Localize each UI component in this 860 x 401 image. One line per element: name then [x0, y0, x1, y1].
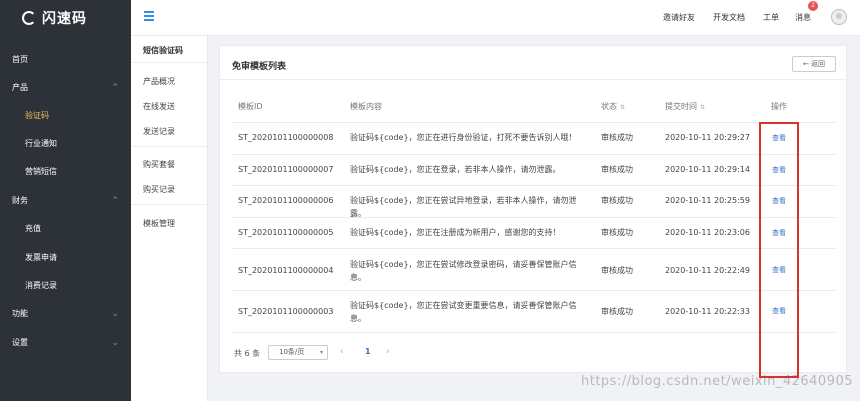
submit-time-cell: 2020-10-11 20:29:27: [665, 133, 750, 142]
column-header-template-id: 模板ID: [238, 102, 263, 111]
sidebar-item[interactable]: 营销短信: [0, 162, 131, 182]
sidebar-item[interactable]: 财务 ⌃: [0, 191, 131, 211]
template-content-cell: 验证码${code}，您正在尝试变更重要信息，请妥善保管账户信息。: [350, 301, 577, 323]
status-cell: 审核成功: [601, 228, 633, 237]
sidebar-item-label: 首页: [12, 55, 28, 64]
chevron-up-icon: ⌃: [111, 83, 119, 93]
chevron-down-icon: ⌄: [111, 338, 119, 348]
invite-friends-link[interactable]: 邀请好友: [663, 12, 695, 23]
submit-time-cell: 2020-10-11 20:25:59: [665, 196, 750, 205]
sidebar-item-label: 功能: [12, 309, 28, 318]
messages-link[interactable]: 消息: [795, 12, 811, 23]
template-list-card: 免审模板列表 ← 返回 模板ID 模板内容 状态 ⇅ 提交时间 ⇅ 操作 ST_20…: [219, 45, 847, 378]
row-divider: [232, 185, 836, 186]
status-cell: 审核成功: [601, 133, 633, 142]
sidebar-item[interactable]: 设置 ⌄: [0, 333, 131, 353]
chevron-down-icon: ▾: [319, 349, 323, 356]
watermark-text: https://blog.csdn.net/weixin_42640905: [581, 374, 854, 389]
template-content-cell: 验证码${code}，您正在登录，若非本人操作，请勿泄露。: [350, 165, 561, 174]
submit-time-cell: 2020-10-11 20:22:49: [665, 266, 750, 275]
back-button[interactable]: ← 返回: [792, 56, 836, 72]
sidebar-item-label: 产品: [12, 83, 28, 92]
sort-icon[interactable]: ⇅: [700, 104, 705, 111]
submenu-item-overview[interactable]: 产品概况: [143, 76, 175, 87]
ticket-link[interactable]: 工单: [763, 12, 779, 23]
template-content-cell: 验证码${code}，您正在进行身份验证，打死不要告诉别人哦！: [350, 133, 577, 142]
page-number[interactable]: 1: [365, 347, 371, 356]
sidebar-item[interactable]: 行业通知: [0, 134, 131, 154]
submenu-item-online-send[interactable]: 在线发送: [143, 101, 175, 112]
submenu-item-purchase-records[interactable]: 购买记录: [143, 184, 175, 195]
sidebar-item[interactable]: 充值: [0, 219, 131, 239]
sidebar-item-label: 营销短信: [25, 167, 57, 176]
status-cell: 审核成功: [601, 165, 633, 174]
template-content-cell: 验证码${code}，您正在注册成为新用户，感谢您的支持！: [350, 228, 561, 237]
template-id-cell: ST_2020101100000005: [238, 228, 334, 237]
column-header-action: 操作: [771, 102, 787, 111]
sidebar-item-label: 消费记录: [25, 281, 57, 290]
divider: [131, 62, 208, 63]
status-cell: 审核成功: [601, 196, 633, 205]
sidebar-item-label: 财务: [12, 196, 28, 205]
page-size-select[interactable]: 10条/页 ▾: [268, 345, 328, 360]
submenu-item-template-manage[interactable]: 模板管理: [143, 218, 175, 229]
sidebar-item-label: 发票申请: [25, 253, 57, 262]
submenu-item-send-records[interactable]: 发送记录: [143, 126, 175, 137]
column-header-status[interactable]: 状态 ⇅: [601, 101, 625, 112]
chevron-down-icon: ⌄: [111, 309, 119, 319]
page-title: 免审模板列表: [232, 62, 287, 72]
column-header-content: 模板内容: [350, 102, 382, 111]
divider: [220, 79, 846, 80]
sidebar-item[interactable]: 验证码: [0, 106, 131, 126]
divider: [131, 204, 208, 205]
left-nav: 闪速码 首页产品 ⌃ 验证码行业通知营销短信财务 ⌃ 充值发票申请消费记录功能 ⌄ 设置 ⌄: [0, 0, 131, 401]
submit-time-cell: 2020-10-11 20:23:06: [665, 228, 750, 237]
next-page-icon[interactable]: ›: [386, 347, 390, 357]
secondary-menu: 短信验证码 产品概况 在线发送 发送记录 购买套餐 购买记录 模板管理: [131, 36, 208, 401]
sort-icon[interactable]: ⇅: [620, 104, 625, 111]
sidebar-item-label: 充值: [25, 224, 41, 233]
brand-logo[interactable]: 闪速码: [0, 0, 131, 36]
chevron-up-icon: ⌃: [111, 196, 119, 206]
submit-time-cell: 2020-10-11 20:29:14: [665, 165, 750, 174]
divider: [131, 146, 208, 147]
template-id-cell: ST_2020101100000007: [238, 165, 334, 174]
sidebar-item[interactable]: 消费记录: [0, 276, 131, 296]
prev-page-icon[interactable]: ‹: [340, 347, 344, 357]
sidebar-item[interactable]: 首页: [0, 50, 131, 70]
sidebar-item[interactable]: 发票申请: [0, 248, 131, 268]
sidebar-item-label: 验证码: [25, 111, 49, 120]
template-id-cell: ST_2020101100000008: [238, 133, 334, 142]
submenu-title: 短信验证码: [143, 46, 183, 55]
logo-icon: [22, 11, 36, 25]
status-cell: 审核成功: [601, 307, 633, 316]
row-divider: [232, 122, 836, 123]
pagination-total: 共 6 条: [234, 349, 261, 358]
template-id-cell: ST_2020101100000006: [238, 196, 334, 205]
row-divider: [232, 290, 836, 291]
sidebar-item-label: 行业通知: [25, 139, 57, 148]
menu-toggle-icon[interactable]: [144, 11, 154, 21]
submenu-item-buy-package[interactable]: 购买套餐: [143, 159, 175, 170]
template-content-cell: 验证码${code}，您正在尝试修改登录密码，请妥善保管账户信息。: [350, 260, 577, 282]
highlight-box: [759, 122, 799, 378]
sidebar-item[interactable]: 功能 ⌄: [0, 304, 131, 324]
sidebar-item[interactable]: 产品 ⌃: [0, 78, 131, 98]
submit-time-cell: 2020-10-11 20:22:33: [665, 307, 750, 316]
column-header-submit-time[interactable]: 提交时间 ⇅: [665, 101, 705, 112]
template-content-cell: 验证码${code}，您正在尝试异地登录，若非本人操作，请勿泄露。: [350, 196, 577, 218]
message-count-badge: 2: [808, 1, 818, 11]
row-divider: [232, 154, 836, 155]
row-divider: [232, 248, 836, 249]
top-header: 邀请好友 开发文档 工单 消息 2: [131, 0, 860, 36]
user-avatar[interactable]: [831, 9, 847, 25]
brand-name: 闪速码: [42, 11, 87, 27]
row-divider: [232, 332, 836, 333]
status-cell: 审核成功: [601, 266, 633, 275]
sidebar-item-label: 设置: [12, 338, 28, 347]
dev-docs-link[interactable]: 开发文档: [713, 12, 745, 23]
template-id-cell: ST_2020101100000003: [238, 307, 334, 316]
template-id-cell: ST_2020101100000004: [238, 266, 334, 275]
